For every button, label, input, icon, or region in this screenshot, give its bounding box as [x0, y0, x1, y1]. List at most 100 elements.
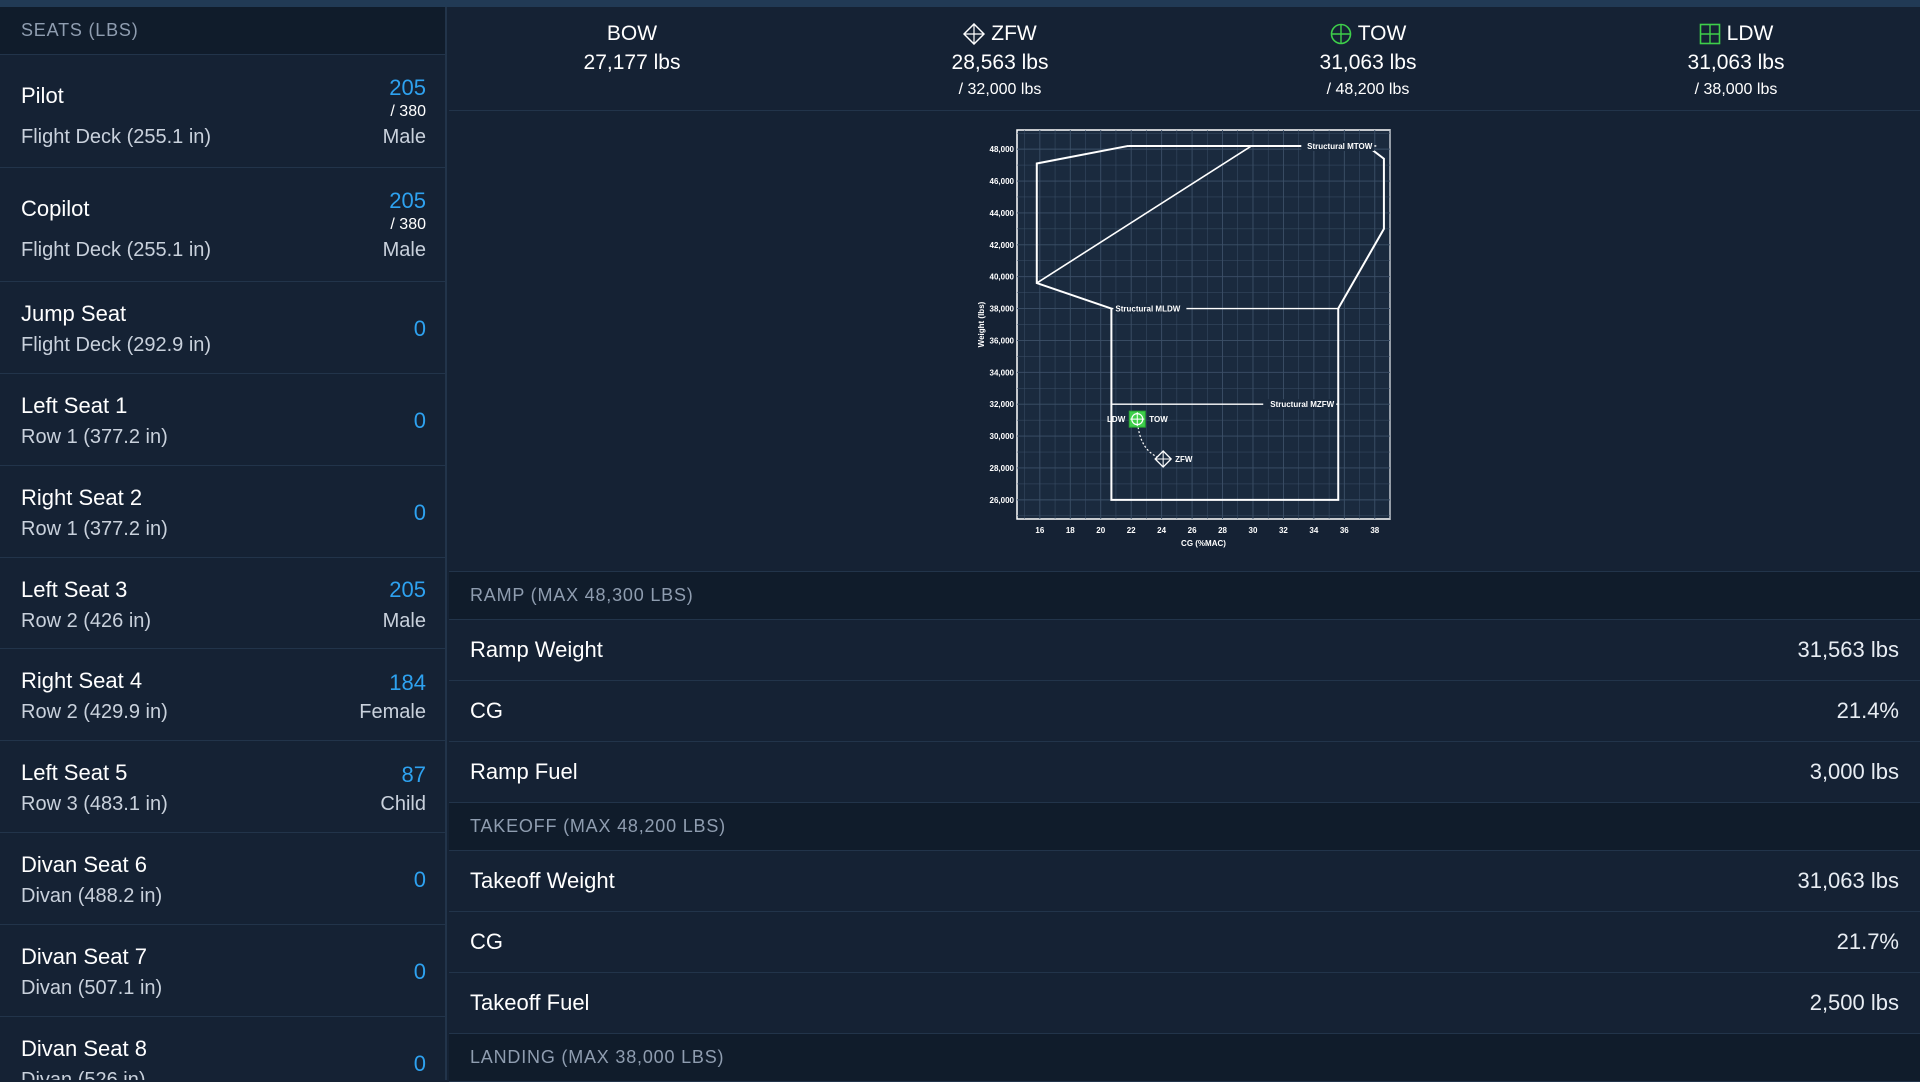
y-tick-label: 48,000	[990, 145, 1015, 154]
seat-row-pilot[interactable]: Pilot Flight Deck (255.1 in) 205 / 380 M…	[0, 55, 447, 168]
crosshair-diamond-icon	[963, 23, 986, 45]
seat-location: Flight Deck (292.9 in)	[21, 334, 212, 356]
seat-location: Row 1 (377.2 in)	[21, 426, 168, 448]
zfw-point-label: ZFW	[1175, 455, 1193, 464]
seat-row-right-seat-2[interactable]: Right Seat 2 Row 1 (377.2 in) 0	[0, 466, 447, 558]
seat-weight[interactable]: 0	[414, 867, 426, 893]
seat-row-jump-seat[interactable]: Jump Seat Flight Deck (292.9 in) 0	[0, 282, 447, 374]
seat-row-divan-seat-6[interactable]: Divan Seat 6 Divan (488.2 in) 0	[0, 833, 447, 925]
row-label: CG	[470, 929, 503, 954]
table-row[interactable]: CG 21.7%	[449, 912, 1920, 973]
crosshair-circle-icon	[1330, 23, 1351, 45]
seat-occupant-type[interactable]: Male	[383, 126, 426, 149]
seat-max-weight: / 380	[390, 103, 426, 120]
x-tick-label: 36	[1340, 526, 1349, 535]
weight-balance-panel: BOW 27,177 lbs ZFW 28,563 lbs / 32,000 l…	[449, 7, 1920, 1082]
seat-occupant-type[interactable]: Child	[380, 793, 426, 816]
row-label: Ramp Weight	[470, 637, 603, 662]
ldw-point-label: LDW	[1107, 415, 1126, 424]
seats-panel: SEATS (LBS) Pilot Flight Deck (255.1 in)…	[0, 7, 447, 1080]
summary-value: 27,177 lbs	[583, 51, 681, 74]
seat-weight[interactable]: 0	[414, 959, 426, 985]
y-tick-label: 32,000	[990, 400, 1015, 409]
summary-label: ZFW	[850, 20, 1150, 48]
row-value: 21.7%	[1836, 929, 1899, 954]
seat-name: Copilot	[21, 196, 90, 221]
summary-tow: TOW 31,063 lbs / 48,200 lbs	[1218, 7, 1518, 99]
takeoff-section-header: TAKEOFF (MAX 48,200 LBS)	[449, 803, 1920, 851]
row-label: Takeoff Fuel	[470, 990, 590, 1015]
seat-occupant-type[interactable]: Male	[383, 610, 426, 633]
x-tick-label: 28	[1218, 526, 1227, 535]
x-tick-label: 34	[1309, 526, 1318, 535]
seat-name: Left Seat 1	[21, 393, 128, 418]
summary-value: 31,063 lbs	[1319, 51, 1417, 74]
seat-location: Divan (507.1 in)	[21, 977, 163, 999]
summary-zfw: ZFW 28,563 lbs / 32,000 lbs	[850, 7, 1150, 99]
table-row[interactable]: Takeoff Fuel 2,500 lbs	[449, 973, 1920, 1034]
weight-summary-bar: BOW 27,177 lbs ZFW 28,563 lbs / 32,000 l…	[449, 7, 1920, 111]
row-value: 21.4%	[1836, 698, 1899, 723]
seat-row-left-seat-1[interactable]: Left Seat 1 Row 1 (377.2 in) 0	[0, 374, 447, 466]
seat-name: Divan Seat 7	[21, 944, 147, 969]
cg-envelope-chart-area: 16 18 20 22 24 26 28 30 32 34 36 38 26,000 28,000 30,0…	[449, 111, 1920, 572]
seat-name: Right Seat 2	[21, 485, 143, 510]
seat-name: Jump Seat	[21, 301, 127, 326]
x-tick-label: 16	[1035, 526, 1044, 535]
seat-weight[interactable]: 205	[389, 577, 426, 603]
row-value: 3,000 lbs	[1809, 759, 1899, 784]
seat-location: Divan (488.2 in)	[21, 885, 163, 907]
y-tick-label: 36,000	[990, 336, 1015, 345]
seat-row-copilot[interactable]: Copilot Flight Deck (255.1 in) 205 / 380…	[0, 168, 447, 282]
seat-row-divan-seat-8[interactable]: Divan Seat 8 Divan (526 in) 0	[0, 1017, 447, 1080]
row-label: Takeoff Weight	[470, 868, 615, 893]
summary-value: 31,063 lbs	[1687, 51, 1785, 74]
seat-weight[interactable]: 0	[414, 500, 426, 526]
summary-max: / 48,200 lbs	[1326, 81, 1410, 98]
seat-weight[interactable]: 0	[414, 1051, 426, 1077]
table-row[interactable]: CG 21.4%	[449, 681, 1920, 742]
x-axis-label: CG (%MAC)	[1181, 539, 1226, 548]
seat-weight[interactable]: 0	[414, 316, 426, 342]
seat-weight[interactable]: 0	[414, 408, 426, 434]
seat-row-divan-seat-7[interactable]: Divan Seat 7 Divan (507.1 in) 0	[0, 925, 447, 1017]
seat-weight[interactable]: 205	[389, 188, 426, 214]
seats-section-header: SEATS (LBS)	[0, 7, 447, 55]
y-tick-label: 34,000	[990, 368, 1015, 377]
x-tick-label: 20	[1096, 526, 1105, 535]
seat-location: Flight Deck (255.1 in)	[21, 239, 212, 261]
seat-weight[interactable]: 184	[389, 670, 426, 696]
seat-row-left-seat-3[interactable]: Left Seat 3 Row 2 (426 in) 205 Male	[0, 558, 447, 649]
y-tick-label: 30,000	[990, 432, 1015, 441]
seat-name: Left Seat 3	[21, 577, 128, 602]
landing-section-header: LANDING (MAX 38,000 LBS)	[449, 1034, 1920, 1082]
row-value: 31,563 lbs	[1797, 637, 1899, 662]
seat-name: Left Seat 5	[21, 760, 128, 785]
table-row[interactable]: Ramp Fuel 3,000 lbs	[449, 742, 1920, 803]
cg-envelope-chart: 16 18 20 22 24 26 28 30 32 34 36 38 26,000 28,000 30,0…	[977, 129, 1391, 548]
x-tick-label: 24	[1157, 526, 1166, 535]
summary-max: / 32,000 lbs	[958, 81, 1042, 98]
row-value: 2,500 lbs	[1809, 990, 1899, 1015]
summary-ldw: LDW 31,063 lbs / 38,000 lbs	[1586, 7, 1886, 99]
row-label: Ramp Fuel	[470, 759, 578, 784]
summary-value: 28,563 lbs	[951, 51, 1049, 74]
table-row[interactable]: Ramp Weight 31,563 lbs	[449, 620, 1920, 681]
seat-name: Right Seat 4	[21, 668, 143, 693]
seat-occupant-type[interactable]: Female	[359, 701, 426, 724]
seat-occupant-type[interactable]: Male	[383, 239, 426, 262]
summary-label: TOW	[1218, 20, 1518, 48]
top-status-bar	[0, 0, 1920, 7]
y-tick-label: 28,000	[990, 464, 1015, 473]
seat-row-right-seat-4[interactable]: Right Seat 4 Row 2 (429.9 in) 184 Female	[0, 649, 447, 741]
seat-location: Row 3 (483.1 in)	[21, 793, 168, 815]
table-row[interactable]: Takeoff Weight 31,063 lbs	[449, 851, 1920, 912]
seat-weight[interactable]: 87	[402, 762, 426, 788]
seat-row-left-seat-5[interactable]: Left Seat 5 Row 3 (483.1 in) 87 Child	[0, 741, 447, 833]
seat-weight[interactable]: 205	[389, 75, 426, 101]
crosshair-square-icon	[1699, 23, 1720, 45]
tow-point-label: TOW	[1149, 415, 1168, 424]
summary-label: LDW	[1586, 20, 1886, 48]
seat-name: Divan Seat 8	[21, 1036, 147, 1061]
y-tick-label: 40,000	[990, 273, 1015, 282]
